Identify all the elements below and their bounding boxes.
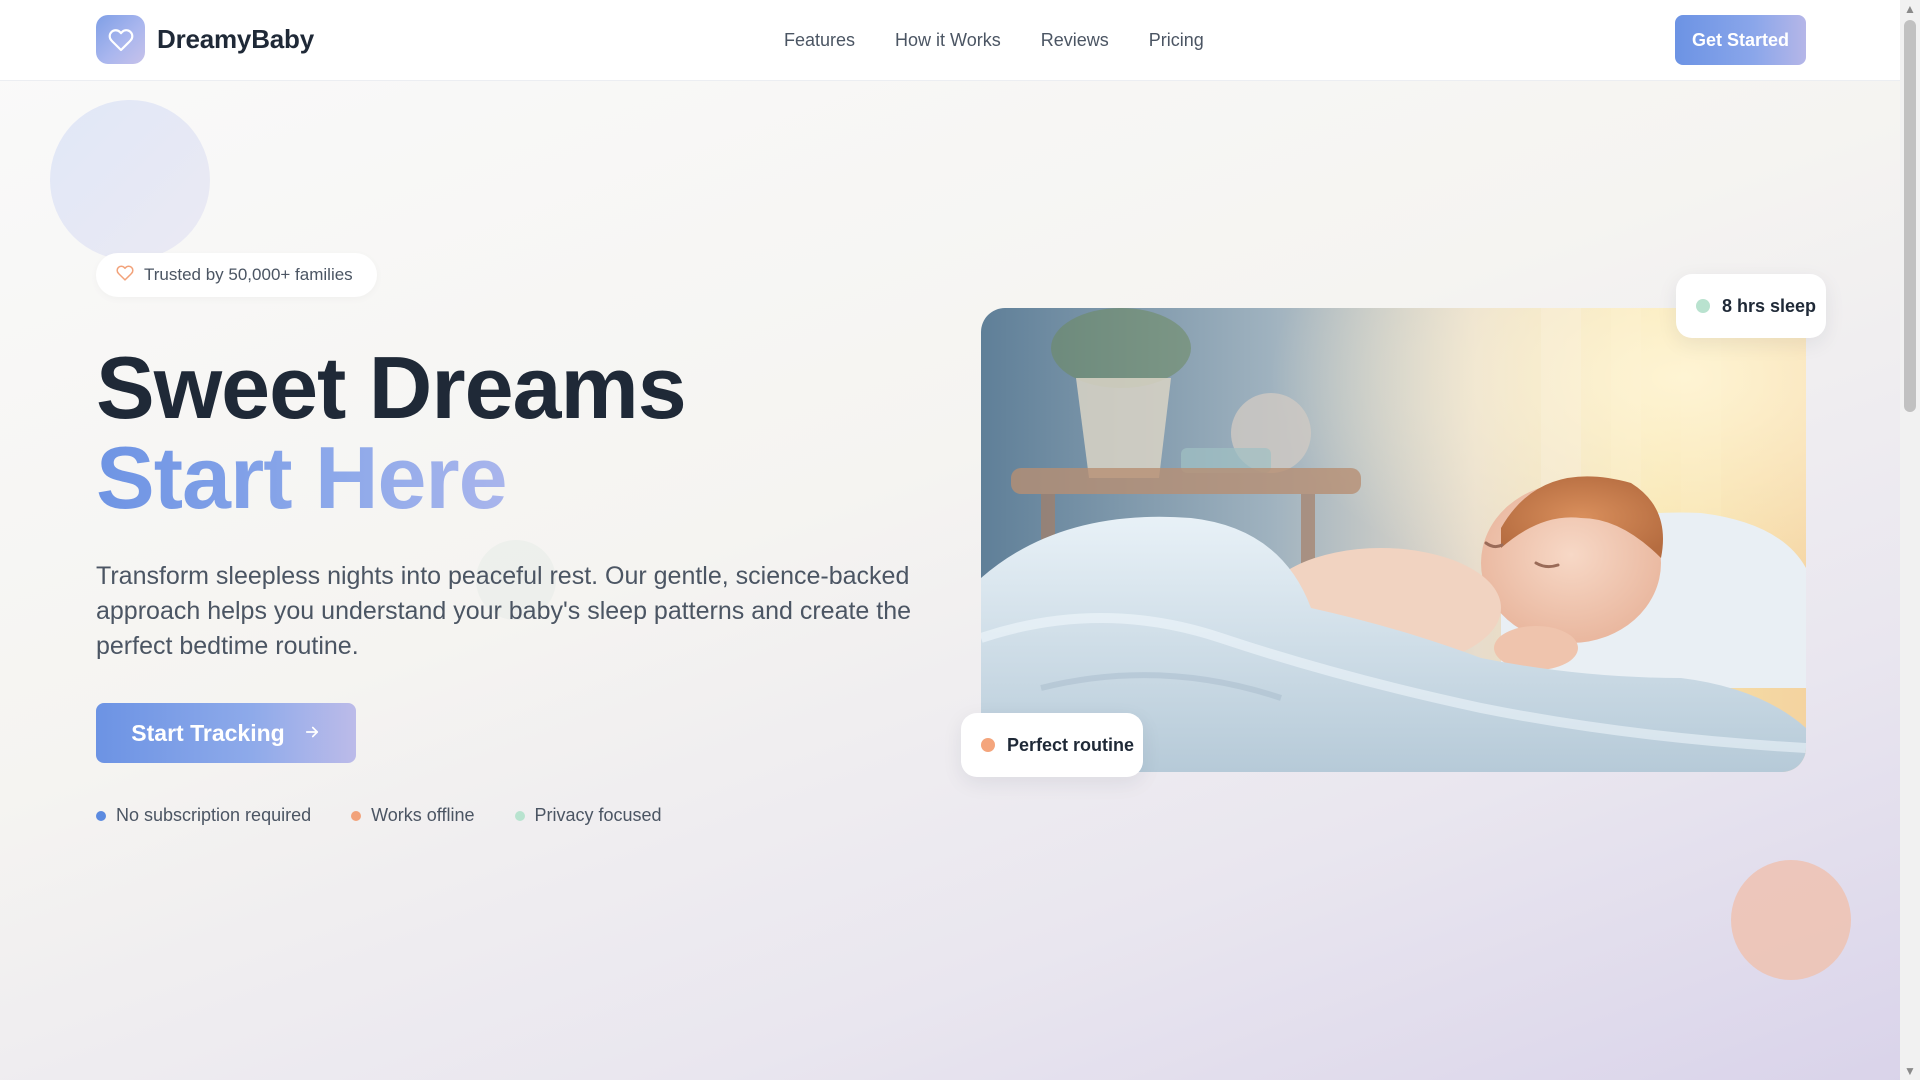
brand-logo[interactable]: DreamyBaby	[96, 15, 314, 64]
routine-label: Perfect routine	[1007, 734, 1135, 755]
feature-dot-green	[514, 810, 525, 821]
nav-link-features[interactable]: Features	[784, 30, 855, 51]
hero-title-line1: Sweet Dreams	[96, 338, 687, 437]
trust-badge: Trusted by 50,000+ families	[96, 253, 377, 297]
feature-list: No subscription required Works offline P…	[96, 805, 662, 826]
feature-dot-orange	[351, 810, 362, 821]
trust-badge-text: Trusted by 50,000+ families	[144, 265, 353, 284]
feature-dot-blue	[96, 810, 106, 821]
feature-label: No subscription required	[116, 805, 312, 825]
status-dot-orange	[981, 738, 995, 752]
start-tracking-button[interactable]: Start Tracking	[96, 703, 356, 763]
routine-card: Perfect routine	[961, 713, 1143, 777]
status-dot-green	[1696, 299, 1710, 313]
top-navbar: DreamyBaby Features How it Works Reviews…	[0, 0, 1900, 81]
feature-item: No subscription required	[96, 805, 311, 826]
start-tracking-label: Start Tracking	[131, 719, 285, 746]
sleeping-baby-image	[981, 308, 1806, 772]
vertical-scrollbar[interactable]: ▲ ▼	[1900, 0, 1920, 1080]
decor-circle-peach	[1731, 860, 1851, 980]
nav-link-pricing[interactable]: Pricing	[1149, 30, 1204, 51]
hero-description: Transform sleepless nights into peaceful…	[96, 562, 912, 660]
feature-label: Works offline	[371, 805, 475, 825]
decor-circle-blue	[50, 100, 210, 260]
nav-link-reviews[interactable]: Reviews	[1041, 30, 1109, 51]
arrow-right-icon	[303, 720, 321, 747]
heart-outline-icon	[116, 264, 134, 287]
scrollbar-thumb[interactable]	[1904, 20, 1916, 412]
feature-label: Privacy focused	[534, 805, 662, 825]
scroll-down-icon[interactable]: ▼	[1900, 1062, 1920, 1080]
nav-links: Features How it Works Reviews Pricing	[784, 30, 1204, 51]
heart-icon	[96, 15, 145, 64]
page: DreamyBaby Features How it Works Reviews…	[0, 0, 1900, 1080]
feature-item: Works offline	[351, 805, 475, 826]
hero-title-line2: Start Here	[96, 428, 508, 527]
scroll-up-icon[interactable]: ▲	[1900, 0, 1920, 18]
sleep-hours-card: 8 hrs sleep	[1676, 274, 1826, 338]
get-started-button[interactable]: Get Started	[1675, 15, 1806, 65]
brand-name: DreamyBaby	[157, 24, 314, 54]
sleep-hours-label: 8 hrs sleep	[1722, 295, 1817, 316]
feature-item: Privacy focused	[514, 805, 662, 826]
nav-link-how-it-works[interactable]: How it Works	[895, 30, 1001, 51]
